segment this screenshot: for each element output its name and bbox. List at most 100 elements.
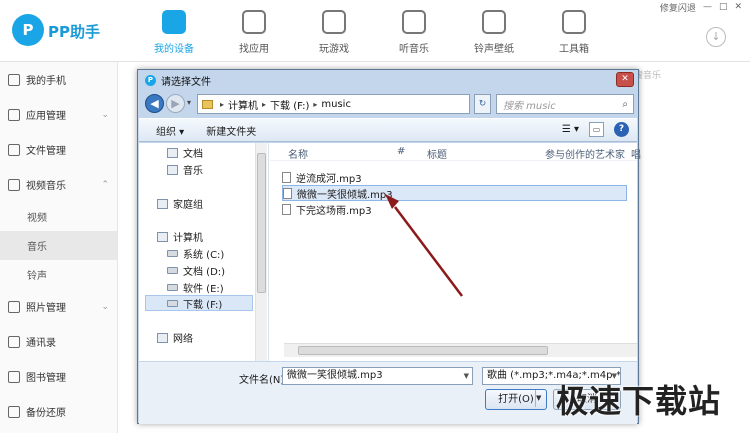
music-icon (402, 10, 426, 34)
tree-item-network[interactable]: 网络 (157, 330, 193, 345)
drive-icon (167, 284, 178, 291)
dialog-close-button[interactable]: ✕ (616, 72, 634, 87)
sidebar-item-label: 通讯录 (26, 338, 56, 349)
sidebar-item-my-phone[interactable]: 我的手机 (0, 62, 117, 97)
nav-music[interactable]: 听音乐 (374, 0, 454, 62)
sidebar-item-video-music[interactable]: 视频音乐 ⌃ (0, 167, 117, 202)
sidebar-item-books[interactable]: 图书管理 (0, 359, 117, 394)
tree-item-drive-e[interactable]: 软件 (E:) (167, 280, 224, 295)
tree-item-computer[interactable]: 计算机 (157, 229, 203, 244)
column-name[interactable]: 名称 (288, 146, 308, 161)
close-button[interactable]: ✕ (734, 2, 742, 12)
breadcrumb-computer[interactable]: 计算机 (228, 97, 258, 112)
filename-value: 微微一笑很倾城.mp3 (287, 370, 383, 381)
tree-item-label: 网络 (173, 334, 193, 345)
file-list-hscrollbar[interactable] (284, 343, 637, 357)
open-file-dialog: P 请选择文件 ✕ ◀ ▶ ▾ ▸ 计算机 ▸ 下载 (F:) ▸ music … (137, 69, 641, 424)
nav-games[interactable]: 玩游戏 (294, 0, 374, 62)
breadcrumb-separator: ▸ (313, 99, 318, 109)
breadcrumb-drive-f[interactable]: 下载 (F:) (270, 97, 309, 112)
drive-icon (167, 250, 178, 257)
sidebar-item-backup[interactable]: 备份还原 (0, 394, 117, 429)
minimize-button[interactable]: — (703, 2, 712, 12)
toolbox-icon (562, 10, 586, 34)
contacts-icon (8, 335, 20, 348)
tree-item-label: 家庭组 (173, 200, 203, 211)
sidebar-item-apps[interactable]: 应用管理 ⌄ (0, 97, 117, 132)
search-input[interactable]: 搜索 music ⌕ (496, 94, 634, 114)
tree-item-label: 音乐 (183, 166, 203, 177)
sidebar-item-files[interactable]: 文件管理 (0, 132, 117, 167)
dialog-title: 请选择文件 (161, 77, 211, 88)
sidebar-item-music[interactable]: 音乐 (0, 231, 117, 260)
nav-ringtones[interactable]: 铃声壁纸 (454, 0, 534, 62)
recent-locations-dropdown[interactable]: ▾ (187, 98, 191, 107)
watermark: 极速下载站 (556, 382, 722, 420)
column-album[interactable]: 唱 (631, 146, 641, 161)
sidebar-item-label: 视频音乐 (26, 181, 66, 192)
bag-icon (242, 10, 266, 34)
chevron-down-icon: ⌄ (101, 109, 109, 120)
help-icon[interactable]: ? (614, 122, 629, 137)
music-icon (167, 164, 178, 175)
folder-icon (202, 99, 213, 109)
tree-scrollbar[interactable] (255, 143, 267, 361)
chevron-down-icon: ⌄ (101, 301, 109, 312)
drive-icon (167, 299, 178, 307)
nav-find-apps[interactable]: 找应用 (214, 0, 294, 62)
book-icon (8, 370, 20, 383)
tree-item-documents[interactable]: 文档 (167, 145, 203, 160)
open-button-label: 打开(O) (498, 394, 534, 405)
back-button[interactable]: ◀ (145, 94, 164, 113)
filename-input[interactable]: 微微一笑很倾城.mp3 ▼ (282, 367, 473, 385)
file-name: 下完这场雨.mp3 (296, 205, 372, 217)
preview-pane-icon[interactable]: ▭ (589, 122, 604, 137)
feedback-link[interactable]: 修复闪退 (660, 1, 696, 14)
column-title[interactable]: 标题 (427, 146, 447, 161)
app-name: PP助手 (48, 23, 100, 41)
network-icon (157, 332, 168, 343)
tree-item-drive-d[interactable]: 文档 (D:) (167, 263, 225, 278)
refresh-button[interactable]: ↻ (474, 94, 491, 114)
column-number[interactable]: # (397, 146, 405, 157)
tree-item-label: 计算机 (173, 233, 203, 244)
apps-icon (8, 108, 20, 121)
tree-item-music[interactable]: 音乐 (167, 162, 203, 177)
file-list: 名称 # 标题 参与创作的艺术家 唱 逆流成河.mp3 微微一笑很倾城.mp3 … (270, 143, 641, 361)
sidebar-item-label: 图书管理 (26, 373, 66, 384)
column-headers: 名称 # 标题 参与创作的艺术家 唱 (270, 143, 641, 161)
dialog-titlebar: P 请选择文件 (138, 70, 638, 91)
open-options-dropdown[interactable]: ▼ (535, 390, 547, 407)
organize-button[interactable]: 组织 ▾ (156, 123, 184, 138)
nav-my-device[interactable]: 我的设备 (134, 0, 214, 62)
sidebar-item-contacts[interactable]: 通讯录 (0, 324, 117, 359)
video-icon (8, 178, 20, 191)
download-icon[interactable]: ↓ (706, 27, 726, 47)
hscrollbar-thumb[interactable] (298, 346, 548, 355)
chevron-down-icon[interactable]: ▼ (464, 368, 469, 384)
main-nav: 我的设备 找应用 玩游戏 听音乐 铃声壁纸 工具箱 (134, 0, 614, 62)
tree-item-drive-c[interactable]: 系统 (C:) (167, 246, 224, 261)
new-folder-button[interactable]: 新建文件夹 (206, 123, 256, 138)
folder-icon (8, 143, 20, 156)
address-bar[interactable]: ▸ 计算机 ▸ 下载 (F:) ▸ music (197, 94, 470, 114)
breadcrumb-music[interactable]: music (321, 99, 351, 110)
nav-label: 玩游戏 (319, 44, 349, 55)
file-row[interactable]: 下完这场雨.mp3 (282, 201, 627, 217)
view-options-button[interactable]: ☰ ▾ (562, 124, 579, 135)
sidebar-item-ringtone[interactable]: 铃声 (0, 260, 117, 289)
tree-scrollbar-thumb[interactable] (257, 153, 266, 293)
file-row[interactable]: 逆流成河.mp3 (282, 169, 627, 185)
sidebar-item-video[interactable]: 视频 (0, 202, 117, 231)
folder-icon (167, 147, 178, 158)
pp-logo-icon: P (145, 75, 156, 86)
column-artist[interactable]: 参与创作的艺术家 (545, 146, 625, 161)
nav-toolbox[interactable]: 工具箱 (534, 0, 614, 62)
pp-logo-icon: P (12, 14, 44, 46)
file-row-selected[interactable]: 微微一笑很倾城.mp3 (282, 185, 627, 201)
forward-button[interactable]: ▶ (166, 94, 185, 113)
maximize-button[interactable]: □ (719, 2, 728, 12)
sidebar-item-photos[interactable]: 照片管理 ⌄ (0, 289, 117, 324)
tree-item-drive-f[interactable]: 下载 (F:) (145, 295, 253, 311)
tree-item-homegroup[interactable]: 家庭组 (157, 196, 203, 211)
